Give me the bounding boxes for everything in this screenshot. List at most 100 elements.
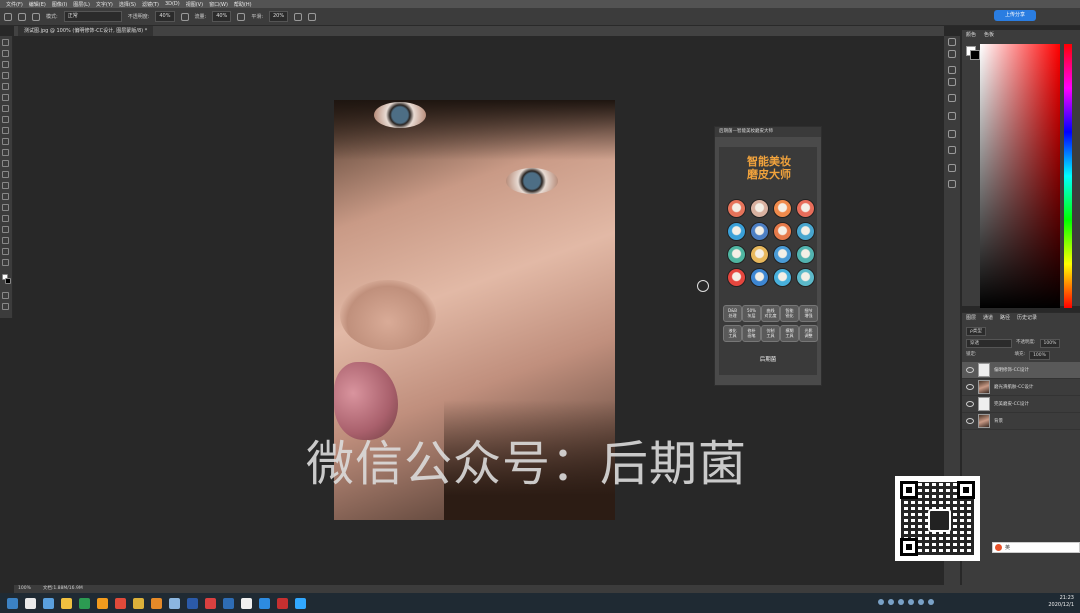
menu-item-image[interactable]: 图像(I) xyxy=(52,1,67,8)
visibility-eye-icon[interactable] xyxy=(966,418,974,424)
visibility-eye-icon[interactable] xyxy=(966,384,974,390)
taskbar-app-icon[interactable] xyxy=(295,597,306,609)
taskbar-app-icon[interactable] xyxy=(169,597,180,609)
layer-row[interactable]: 偏明修饰-CC设计 xyxy=(962,362,1080,379)
plugin-panel-icon[interactable] xyxy=(948,180,956,188)
zoom-level[interactable]: 100% xyxy=(18,585,31,593)
plugin-button-liquify[interactable]: 液化 工具 xyxy=(723,325,742,342)
plugin-button-detail[interactable]: 细节 增强 xyxy=(799,305,818,322)
brush-tool-icon[interactable] xyxy=(2,116,9,123)
hue-slider[interactable] xyxy=(1064,44,1072,308)
move-tool-icon[interactable] xyxy=(2,39,9,46)
brush-tool-icon[interactable] xyxy=(4,12,12,21)
path-select-tool-icon[interactable] xyxy=(2,215,9,222)
layer-row[interactable]: 磨光滑肌肤-CC设计 xyxy=(962,379,1080,396)
clock[interactable]: 21:23 2020/12/1 xyxy=(1048,595,1074,609)
plugin-button-db[interactable]: D&B 处理 xyxy=(723,305,742,322)
history-panel-icon[interactable] xyxy=(948,38,956,46)
effect-button-icon[interactable] xyxy=(773,268,792,287)
screen-mode-icon[interactable] xyxy=(2,303,9,310)
plugin-button-patch[interactable]: 修补 画笔 xyxy=(742,325,761,342)
menu-item-3d[interactable]: 3D(D) xyxy=(165,1,180,7)
taskbar-app-icon[interactable] xyxy=(241,597,252,609)
tray-icon[interactable] xyxy=(908,599,914,605)
taskbar-app-icon[interactable] xyxy=(97,597,108,609)
shape-tool-icon[interactable] xyxy=(2,226,9,233)
effect-button-icon[interactable] xyxy=(750,268,769,287)
brush-panel-icon[interactable] xyxy=(948,130,956,138)
more-tools-icon[interactable] xyxy=(2,259,9,266)
crop-tool-icon[interactable] xyxy=(2,83,9,90)
visibility-eye-icon[interactable] xyxy=(966,367,974,373)
symmetry-icon[interactable] xyxy=(308,12,317,21)
zoom-tool-icon[interactable] xyxy=(2,248,9,255)
lasso-tool-icon[interactable] xyxy=(2,61,9,68)
ime-mode-label[interactable]: 英 xyxy=(1005,544,1010,551)
taskbar-app-icon[interactable] xyxy=(187,597,198,609)
hand-tool-icon[interactable] xyxy=(2,237,9,244)
taskbar-app-icon[interactable] xyxy=(205,597,216,609)
taskbar-app-icon[interactable] xyxy=(79,597,90,609)
effect-button-icon[interactable] xyxy=(796,199,815,218)
healing-brush-tool-icon[interactable] xyxy=(2,105,9,112)
menu-item-filter[interactable]: 滤镜(T) xyxy=(142,1,159,8)
lock-icons[interactable] xyxy=(981,350,1011,360)
layer-row[interactable]: 完美磨皮-CC设计 xyxy=(962,396,1080,413)
magic-wand-tool-icon[interactable] xyxy=(2,72,9,79)
pen-panel-icon[interactable] xyxy=(948,164,956,172)
menu-item-view[interactable]: 视图(V) xyxy=(186,1,203,8)
menu-item-type[interactable]: 文字(Y) xyxy=(96,1,113,8)
brush-preset-icon[interactable] xyxy=(18,12,26,21)
opacity-field[interactable]: 40% xyxy=(155,11,175,22)
effect-button-icon[interactable] xyxy=(773,222,792,241)
effect-button-icon[interactable] xyxy=(773,245,792,264)
plugin-button-gray[interactable]: 50% 灰层 xyxy=(742,305,761,322)
effect-button-icon[interactable] xyxy=(773,199,792,218)
tab-channels[interactable]: 通道 xyxy=(983,313,993,323)
properties-panel-icon[interactable] xyxy=(948,50,956,58)
background-color-swatch[interactable] xyxy=(5,278,11,284)
mode-select[interactable]: 正常 xyxy=(63,11,122,22)
effect-button-icon[interactable] xyxy=(750,199,769,218)
cloud-share-button[interactable]: 上传分享 xyxy=(994,10,1036,21)
plugin-button-light[interactable]: 光影 调整 xyxy=(799,325,818,342)
brush-settings-icon[interactable] xyxy=(32,12,40,21)
marquee-tool-icon[interactable] xyxy=(2,50,9,57)
effect-button-icon[interactable] xyxy=(727,199,746,218)
taskbar-app-icon[interactable] xyxy=(115,597,126,609)
color-picker-field[interactable] xyxy=(980,44,1060,308)
menu-item-layer[interactable]: 图层(L) xyxy=(73,1,90,8)
gear-icon[interactable] xyxy=(294,12,303,21)
flow-field[interactable]: 40% xyxy=(212,11,232,22)
paragraph-panel-icon[interactable] xyxy=(948,78,956,86)
character-panel-icon[interactable] xyxy=(948,66,956,74)
dodge-tool-icon[interactable] xyxy=(2,182,9,189)
plugin-button-sharpen[interactable]: 智能 锐化 xyxy=(780,305,799,322)
layer-opacity-field[interactable]: 100% xyxy=(1039,339,1061,348)
effect-button-icon[interactable] xyxy=(796,268,815,287)
fill-field[interactable]: 100% xyxy=(1029,351,1050,360)
taskbar-app-icon[interactable] xyxy=(259,597,270,609)
effect-button-icon[interactable] xyxy=(796,245,815,264)
pen-tool-icon[interactable] xyxy=(2,193,9,200)
taskbar-app-icon[interactable] xyxy=(151,597,162,609)
clone-stamp-tool-icon[interactable] xyxy=(2,127,9,134)
libraries-panel-icon[interactable] xyxy=(948,112,956,120)
plugin-button-blur[interactable]: 模糊 工具 xyxy=(780,325,799,342)
background-swatch[interactable] xyxy=(970,50,980,60)
taskbar-app-icon[interactable] xyxy=(133,597,144,609)
eyedropper-tool-icon[interactable] xyxy=(2,94,9,101)
tray-icon[interactable] xyxy=(918,599,924,605)
effect-button-icon[interactable] xyxy=(727,268,746,287)
effect-button-icon[interactable] xyxy=(750,222,769,241)
layer-kind-filter[interactable]: ρ类型 xyxy=(966,327,986,336)
menu-item-window[interactable]: 窗口(W) xyxy=(209,1,228,8)
tray-icon[interactable] xyxy=(898,599,904,605)
taskbar-app-icon[interactable] xyxy=(277,597,288,609)
menu-item-edit[interactable]: 编辑(E) xyxy=(29,1,46,8)
blend-mode-select[interactable]: 穿透 xyxy=(966,339,1012,348)
tray-icon[interactable] xyxy=(928,599,934,605)
layer-row[interactable]: 背景 xyxy=(962,413,1080,430)
tab-layers[interactable]: 图层 xyxy=(966,313,976,323)
smoothing-field[interactable]: 20% xyxy=(269,11,289,22)
